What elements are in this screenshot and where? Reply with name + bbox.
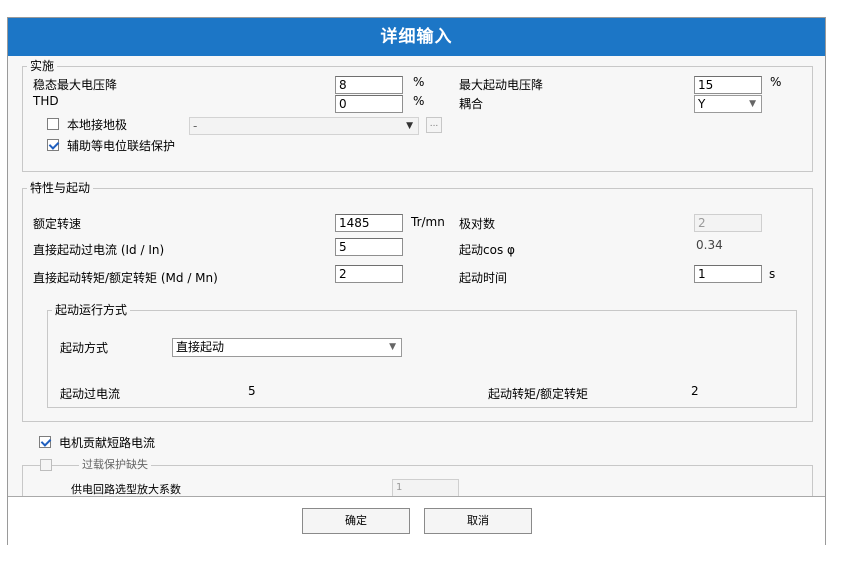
start-mode-label: 起动方式 <box>60 341 109 355</box>
local-ground-select-value: - <box>193 119 198 133</box>
local-ground-label: 本地接地极 <box>67 118 128 132</box>
max-start-drop-input[interactable]: 15 <box>694 76 762 94</box>
characteristics-legend: 特性与起动 <box>27 180 94 196</box>
start-mode-select[interactable]: 直接起动 ▼ <box>172 338 402 357</box>
steady-drop-input[interactable]: 8 <box>335 76 403 94</box>
start-torque-label: 起动转矩/额定转矩 <box>488 387 589 401</box>
start-current-label: 起动过电流 <box>60 387 121 401</box>
detail-input-dialog: 详细输入 实施 稳态最大电压降 8 % 最大起动电压降 15 % THD 0 %… <box>7 17 826 545</box>
steady-drop-unit: % <box>413 75 425 89</box>
chevron-down-icon: ▼ <box>389 342 396 352</box>
coupling-label: 耦合 <box>459 97 484 111</box>
cancel-button[interactable]: 取消 <box>424 508 532 534</box>
run-mode-legend: 起动运行方式 <box>52 302 131 318</box>
dol-torque-label: 直接起动转矩/额定转矩 (Md / Mn) <box>33 271 218 285</box>
max-start-drop-unit: % <box>770 75 782 89</box>
amplification-factor-input: 1 <box>392 479 459 497</box>
rated-speed-unit: Tr/mn <box>411 215 445 229</box>
chevron-down-icon: ▼ <box>749 99 756 109</box>
local-ground-more-button[interactable]: ... <box>426 117 442 133</box>
thd-unit: % <box>413 94 425 108</box>
start-current-value: 5 <box>248 384 256 398</box>
amplification-factor-label: 供电回路选型放大系数 <box>71 483 181 496</box>
thd-label: THD <box>33 94 59 108</box>
implementation-group: 实施 稳态最大电压降 8 % 最大起动电压降 15 % THD 0 % 耦合 Y… <box>22 58 813 172</box>
dialog-content: 实施 稳态最大电压降 8 % 最大起动电压降 15 % THD 0 % 耦合 Y… <box>8 56 825 510</box>
rated-speed-input[interactable]: 1485 <box>335 214 403 232</box>
ok-button[interactable]: 确定 <box>302 508 410 534</box>
overload-legend: 过载保护缺失 <box>79 457 151 473</box>
aux-bonding-checkbox[interactable] <box>47 139 59 151</box>
local-ground-select[interactable]: - ▼ <box>189 117 419 135</box>
start-cos-label: 起动cos φ <box>459 243 515 257</box>
coupling-select-value: Y <box>698 97 706 111</box>
start-time-input[interactable]: 1 <box>694 265 762 283</box>
motor-contribution-checkbox[interactable] <box>39 436 51 448</box>
dialog-footer: 确定 取消 <box>8 496 825 545</box>
chevron-down-icon: ▼ <box>406 121 413 131</box>
local-ground-checkbox[interactable] <box>47 118 59 130</box>
motor-contribution-label: 电机贡献短路电流 <box>59 436 156 450</box>
dol-current-input[interactable]: 5 <box>335 238 403 256</box>
pole-pairs-input: 2 <box>694 214 762 232</box>
start-time-unit: s <box>769 267 776 281</box>
coupling-select[interactable]: Y ▼ <box>694 95 762 113</box>
aux-bonding-label: 辅助等电位联结保护 <box>67 139 176 153</box>
thd-input[interactable]: 0 <box>335 95 403 113</box>
max-start-drop-label: 最大起动电压降 <box>459 78 544 92</box>
dialog-title: 详细输入 <box>8 18 825 56</box>
rated-speed-label: 额定转速 <box>33 217 82 231</box>
overload-checkbox[interactable] <box>40 459 52 471</box>
start-torque-value: 2 <box>691 384 699 398</box>
pole-pairs-label: 极对数 <box>459 217 496 231</box>
start-mode-select-value: 直接起动 <box>176 340 225 354</box>
steady-drop-label: 稳态最大电压降 <box>33 78 118 92</box>
run-mode-group: 起动运行方式 起动方式 直接起动 ▼ 起动过电流 5 起动转矩/额定转矩 2 <box>47 302 797 408</box>
implementation-legend: 实施 <box>27 58 58 74</box>
dol-torque-input[interactable]: 2 <box>335 265 403 283</box>
characteristics-group: 特性与起动 额定转速 1485 Tr/mn 极对数 2 直接起动过电流 (Id … <box>22 180 813 422</box>
dol-current-label: 直接起动过电流 (Id / In) <box>33 243 165 257</box>
start-time-label: 起动时间 <box>459 271 508 285</box>
start-cos-value: 0.34 <box>696 238 723 252</box>
